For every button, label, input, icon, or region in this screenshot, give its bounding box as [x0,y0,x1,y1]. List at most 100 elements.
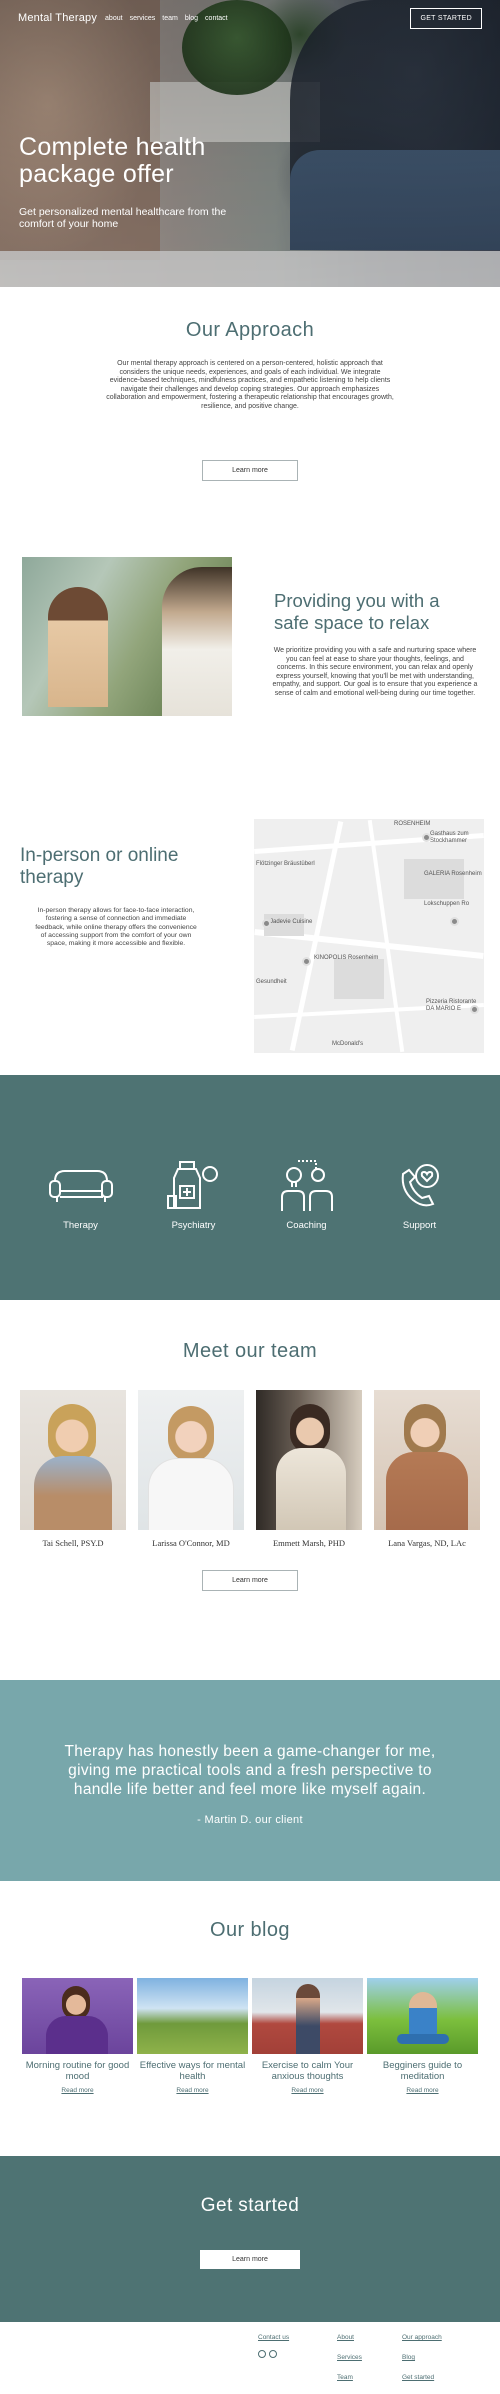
blog-post[interactable]: Exercise to calm Your anxious thoughts R… [252,1978,363,2094]
in-person-body: In-person therapy allows for face-to-fac… [35,907,197,948]
map-block [404,859,464,899]
get-started-learn-more-button[interactable]: Learn more [200,2250,300,2269]
service-psychiatry[interactable]: Psychiatry [149,1156,239,1231]
blog-post[interactable]: Effective ways for mental health Read mo… [137,1978,248,2094]
footer-link-about[interactable]: About [337,2334,354,2341]
read-more-link[interactable]: Read more [137,2087,248,2094]
blog-post[interactable]: Morning routine for good mood Read more [22,1978,133,2094]
member-photo [374,1390,480,1530]
map-label: GALERIA Rosenheim [424,871,482,877]
blog-image-shape [46,2016,108,2054]
approach-body: Our mental therapy approach is centered … [106,360,394,410]
footer-link-services[interactable]: Services [337,2354,362,2361]
service-therapy[interactable]: Therapy [36,1156,126,1231]
map-pin-icon[interactable] [302,957,311,966]
footer-socials [258,2350,277,2358]
blog-image-shape [397,2034,449,2044]
map-pin-icon[interactable] [470,1005,479,1014]
member-head-shape [168,1406,214,1462]
service-label: Support [402,1220,437,1231]
map-block [334,959,384,999]
blog-section: Our blog Morning routine for good mood R… [0,1881,500,2156]
blog-title: Our blog [210,1919,290,1941]
two-women-talking-photo [22,557,232,716]
nav-link-team[interactable]: team [162,15,178,22]
nav-link-services[interactable]: services [130,15,156,22]
team-learn-more-button[interactable]: Learn more [202,1570,298,1591]
map-pin-icon[interactable] [450,917,459,926]
map-label: Gasthaus zum Stockhammer [430,831,469,844]
phone-heart-icon [375,1156,465,1214]
blog-image-shape [296,1984,320,2054]
map-label: Lokschuppen Ro [424,901,470,907]
blog-post-image [137,1978,248,2054]
blog-image-shape [409,1992,437,2038]
member-name: Tai Schell, PSY.D [42,1538,104,1548]
nav-link-blog[interactable]: blog [185,15,198,22]
location-map[interactable]: ROSENHEIM Gasthaus zum Stockhammer Flötz… [254,819,484,1053]
map-label: Flötzinger Bräustüberl [256,861,315,867]
approach-title: Our Approach [185,319,315,341]
get-started-button[interactable]: GET STARTED [410,7,482,29]
footer-link-blog[interactable]: Blog [402,2354,415,2361]
nav-links: about services team blog contact [105,15,228,22]
footer: Contact us About Our approach Services B… [0,2322,500,2394]
medicine-icon [149,1156,239,1214]
in-person-title: In-person or online therapy [20,845,179,888]
blog-post-image [252,1978,363,2054]
safe-space-section: Providing you with a safe space to relax… [0,545,500,807]
team-member[interactable]: Lana Vargas, ND, LAc [374,1390,480,1548]
sofa-icon [36,1156,126,1214]
blog-post-image [367,1978,478,2054]
site-logo[interactable]: Mental Therapy [18,12,97,24]
hero-title-line1: Complete health [19,133,206,161]
team-member[interactable]: Larissa O'Connor, MD [138,1390,244,1548]
approach-section: Our Approach Our mental therapy approach… [0,287,500,545]
footer-link-get-started[interactable]: Get started [402,2374,434,2381]
read-more-link[interactable]: Read more [367,2087,478,2094]
nav-link-about[interactable]: about [105,15,123,22]
service-support[interactable]: Support [375,1156,465,1231]
member-photo [256,1390,362,1530]
service-label: Psychiatry [171,1220,216,1231]
lightbulb-gears-icon [262,1156,352,1214]
footer-link-approach[interactable]: Our approach [402,2334,442,2341]
team-list: Tai Schell, PSY.D Larissa O'Connor, MD E… [0,1390,500,1548]
nav-link-contact[interactable]: contact [205,15,228,22]
footer-link-team[interactable]: Team [337,2374,353,2381]
blog-post-title: Effective ways for mental health [139,2060,246,2082]
blog-post-image [22,1978,133,2054]
read-more-link[interactable]: Read more [252,2087,363,2094]
member-photo [138,1390,244,1530]
services-section: Therapy Psychiatry Coaching Support [0,1075,500,1300]
map-pin-icon[interactable] [422,833,431,842]
map-pin-icon[interactable] [262,919,271,928]
hero-subtitle: Get personalized mental healthcare from … [19,206,227,230]
service-coaching[interactable]: Coaching [262,1156,352,1231]
approach-learn-more-button[interactable]: Learn more [202,459,298,481]
testimonial-author: - Martin D. our client [197,1814,303,1826]
blog-post-title: Morning routine for good mood [25,2060,130,2082]
blog-image-shape [62,1986,90,2020]
member-head-shape [48,1404,96,1462]
member-name: Lana Vargas, ND, LAc [388,1538,466,1548]
testimonial-quote: Therapy has honestly been a game-changer… [64,1743,436,1798]
team-member[interactable]: Tai Schell, PSY.D [20,1390,126,1548]
member-name: Emmett Marsh, PHD [272,1538,345,1548]
instagram-icon[interactable] [258,2350,266,2358]
member-head-shape [290,1404,330,1454]
hero-title: Complete health package offer [19,134,206,188]
map-label: ROSENHEIM [394,821,431,827]
blog-post-title: Exercise to calm Your anxious thoughts [261,2060,354,2082]
photo-woman-right [162,567,232,716]
facebook-icon[interactable] [269,2350,277,2358]
safe-space-body: We prioritize providing you with a safe … [272,647,478,697]
team-member[interactable]: Emmett Marsh, PHD [256,1390,362,1548]
get-started-section: Get started Learn more [0,2156,500,2322]
blog-post[interactable]: Begginers guide to meditation Read more [367,1978,478,2094]
footer-link-contact[interactable]: Contact us [258,2334,289,2341]
member-photo [20,1390,126,1530]
map-road [367,819,405,1053]
service-label: Coaching [286,1220,327,1231]
read-more-link[interactable]: Read more [22,2087,133,2094]
